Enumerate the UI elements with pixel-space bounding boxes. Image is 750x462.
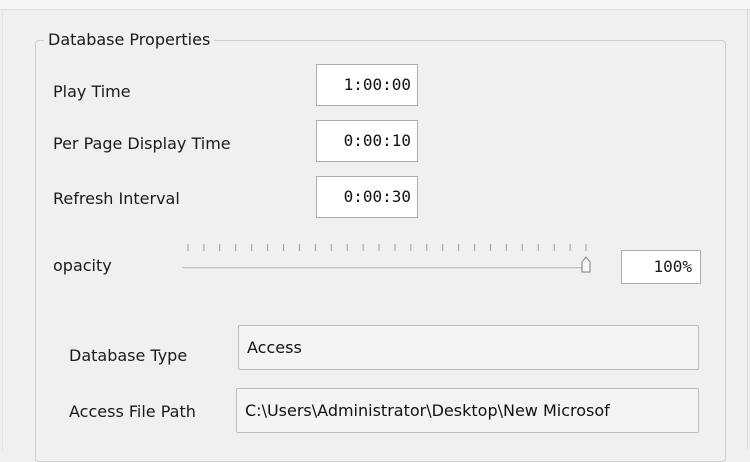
refresh-interval-input[interactable]: 0:00:30 — [316, 176, 418, 218]
opacity-value[interactable]: 100% — [621, 250, 701, 284]
database-type-label: Database Type — [69, 346, 188, 365]
play-time-input[interactable]: 1:00:00 — [316, 64, 418, 106]
access-file-path-label: Access File Path — [69, 402, 196, 421]
database-properties-panel: Database Properties Play Time 1:00:00 Pe… — [0, 0, 750, 462]
top-edge — [0, 0, 750, 10]
opacity-slider-track — [182, 244, 591, 273]
opacity-slider[interactable] — [180, 238, 595, 278]
per-page-display-time-label: Per Page Display Time — [53, 134, 231, 153]
opacity-label: opacity — [53, 256, 112, 275]
access-file-path-field[interactable]: C:\Users\Administrator\Desktop\New Micro… — [236, 388, 699, 433]
per-page-display-time-input[interactable]: 0:00:10 — [316, 120, 418, 162]
play-time-label: Play Time — [53, 82, 131, 101]
database-type-field[interactable]: Access — [238, 325, 699, 370]
opacity-slider-thumb[interactable] — [581, 256, 591, 273]
refresh-interval-label: Refresh Interval — [53, 189, 180, 208]
groupbox-title: Database Properties — [44, 30, 215, 50]
